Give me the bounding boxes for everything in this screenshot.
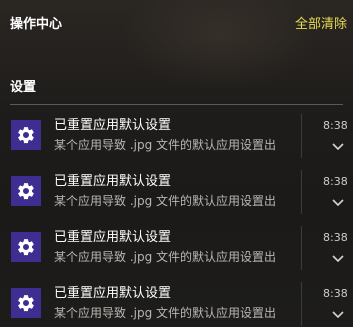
group-title-settings: 设置 bbox=[10, 80, 37, 95]
notification-divider bbox=[301, 226, 302, 270]
chevron-down-icon[interactable] bbox=[331, 310, 345, 320]
notification-divider bbox=[301, 114, 302, 158]
action-center-panel: 操作中心 全部清除 设置 已重置应用默认设置 某个应用导致 .jpg 文件的默认… bbox=[0, 0, 353, 327]
group-divider bbox=[10, 104, 343, 105]
action-center-title: 操作中心 bbox=[10, 17, 63, 32]
notification-title: 已重置应用默认设置 bbox=[54, 174, 172, 189]
chevron-down-icon[interactable] bbox=[331, 198, 345, 208]
chevron-down-icon[interactable] bbox=[331, 254, 345, 264]
gear-icon bbox=[18, 127, 34, 144]
chevron-down-icon[interactable] bbox=[331, 142, 345, 152]
settings-app-icon bbox=[11, 288, 41, 318]
gear-icon bbox=[18, 295, 34, 312]
notification-body: 某个应用导致 .jpg 文件的默认应用设置出 bbox=[54, 138, 277, 152]
notification-divider bbox=[301, 282, 302, 326]
notification-time: 8:38 bbox=[323, 287, 348, 300]
notification-title: 已重置应用默认设置 bbox=[54, 118, 172, 133]
notification-item[interactable]: 已重置应用默认设置 某个应用导致 .jpg 文件的默认应用设置出 8:38 bbox=[0, 108, 353, 164]
notification-body: 某个应用导致 .jpg 文件的默认应用设置出 bbox=[54, 306, 277, 320]
clear-all-button[interactable]: 全部清除 bbox=[295, 16, 347, 34]
notification-divider bbox=[301, 170, 302, 214]
notification-time: 8:38 bbox=[323, 119, 348, 132]
notification-title: 已重置应用默认设置 bbox=[54, 230, 172, 245]
notification-body: 某个应用导致 .jpg 文件的默认应用设置出 bbox=[54, 250, 277, 264]
notification-body: 某个应用导致 .jpg 文件的默认应用设置出 bbox=[54, 194, 277, 208]
gear-icon bbox=[18, 239, 34, 256]
notification-item[interactable]: 已重置应用默认设置 某个应用导致 .jpg 文件的默认应用设置出 8:38 bbox=[0, 164, 353, 220]
notification-title: 已重置应用默认设置 bbox=[54, 286, 172, 301]
notification-item[interactable]: 已重置应用默认设置 某个应用导致 .jpg 文件的默认应用设置出 8:38 bbox=[0, 220, 353, 276]
settings-app-icon bbox=[11, 232, 41, 262]
notification-time: 8:38 bbox=[323, 175, 348, 188]
notification-item[interactable]: 已重置应用默认设置 某个应用导致 .jpg 文件的默认应用设置出 8:38 bbox=[0, 276, 353, 327]
settings-app-icon bbox=[11, 120, 41, 150]
gear-icon bbox=[18, 183, 34, 200]
notification-time: 8:38 bbox=[323, 231, 348, 244]
settings-app-icon bbox=[11, 176, 41, 206]
